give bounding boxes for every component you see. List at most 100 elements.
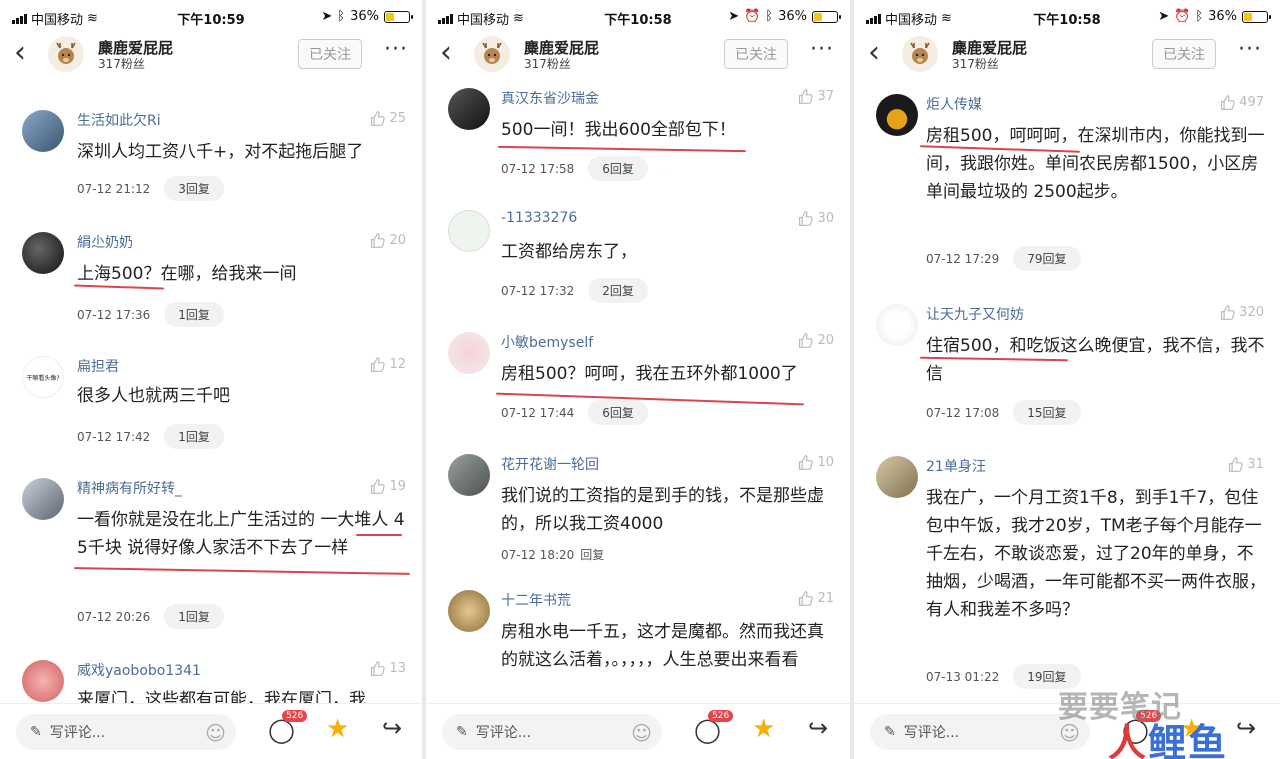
reply-button[interactable]: 1回复 — [164, 302, 224, 327]
comment-username[interactable]: -11333276 — [501, 210, 577, 226]
avatar[interactable] — [448, 88, 490, 130]
comment-username[interactable]: 十二年书荒 — [501, 590, 571, 610]
follow-button[interactable]: 已关注 — [298, 39, 362, 69]
comment-username[interactable]: 21单身汪 — [926, 456, 986, 476]
comment-meta: 07-12 17:44 6回复 — [501, 400, 648, 425]
battery-percent: 36% — [350, 9, 379, 24]
comment-username[interactable]: 让天九子又何妨 — [926, 304, 1024, 324]
like-button[interactable]: 30 — [797, 210, 834, 227]
emoji-icon[interactable]: ☺ — [205, 721, 226, 745]
thumb-up-icon — [371, 233, 386, 248]
battery-percent: 36% — [778, 9, 807, 24]
like-count: 13 — [389, 661, 406, 676]
comment-meta: 07-12 21:12 3回复 — [77, 176, 224, 201]
comment-item: 十二年书荒 21 房租水电一千五，这才是魔都。然而我还真的就这么活着，。，，，，… — [426, 588, 850, 708]
comment-username[interactable]: 炬人传媒 — [926, 94, 982, 114]
like-button[interactable]: 12 — [369, 356, 406, 373]
like-count: 31 — [1247, 457, 1264, 472]
avatar[interactable] — [448, 332, 490, 374]
reply-label[interactable]: 回复 — [580, 546, 604, 563]
reply-button[interactable]: 6回复 — [588, 156, 648, 181]
star-icon[interactable]: ★ — [326, 714, 349, 744]
comment-username[interactable]: 絹尐奶奶 — [77, 232, 133, 252]
comment-count-badge: 526 — [708, 710, 734, 722]
avatar[interactable] — [22, 478, 64, 520]
back-icon[interactable]: ‹ — [868, 38, 880, 68]
share-icon[interactable]: ↪ — [382, 714, 402, 742]
emoji-icon[interactable]: ☺ — [631, 721, 652, 745]
like-button[interactable]: 20 — [369, 232, 406, 249]
comment-time: 07-12 21:12 — [77, 181, 151, 196]
avatar[interactable] — [474, 36, 510, 72]
alarm-icon: ⏰ — [1174, 9, 1191, 24]
comment-count-badge: 526 — [282, 710, 308, 722]
comment-item: 威戏yaobobo1341 13 来厦门，这些都有可能，我在厦门，我 — [0, 658, 422, 710]
avatar[interactable] — [876, 94, 918, 136]
reply-button[interactable]: 3回复 — [164, 176, 224, 201]
comment-username[interactable]: 生活如此欠Ri — [77, 110, 161, 130]
avatar[interactable] — [22, 232, 64, 274]
avatar[interactable] — [22, 660, 64, 702]
comment-text: 我在广，一个月工资1千8，到手1千7，包住包中午饭，我才20岁，TM老子每个月能… — [926, 488, 1266, 620]
comment-username[interactable]: 扁担君 — [77, 356, 119, 376]
thumb-up-icon — [1221, 305, 1235, 320]
comment-username[interactable]: 小敏bemyself — [501, 332, 593, 352]
like-button[interactable]: 20 — [797, 332, 834, 349]
share-icon[interactable]: ↪ — [1236, 714, 1256, 742]
like-button[interactable]: 497 — [1219, 94, 1264, 111]
star-icon[interactable]: ★ — [752, 714, 775, 744]
follow-button[interactable]: 已关注 — [724, 39, 788, 69]
comment-meta: 07-12 20:26 1回复 — [77, 604, 224, 629]
more-icon[interactable]: ··· — [810, 37, 834, 62]
comment-input[interactable]: ✎ 写评论... ☺ — [870, 714, 1090, 750]
reply-button[interactable]: 15回复 — [1013, 400, 1081, 425]
follow-button[interactable]: 已关注 — [1152, 39, 1216, 69]
avatar[interactable] — [448, 590, 490, 632]
like-button[interactable]: 13 — [369, 660, 406, 677]
comment-username[interactable]: 真汉东省沙瑞金 — [501, 88, 599, 108]
back-icon[interactable]: ‹ — [440, 38, 452, 68]
comment-username[interactable]: 精神病有所好转_ — [77, 478, 182, 498]
back-icon[interactable]: ‹ — [14, 38, 26, 68]
like-button[interactable]: 25 — [369, 110, 406, 127]
like-button[interactable]: 320 — [1219, 304, 1264, 321]
like-button[interactable]: 37 — [797, 88, 834, 105]
thumb-up-icon — [371, 479, 386, 494]
like-count: 25 — [389, 111, 406, 126]
avatar[interactable] — [902, 36, 938, 72]
reply-button[interactable]: 1回复 — [164, 424, 224, 449]
comment-text: 住宿500，和吃饭这么晚便宜，我不信，我不信 — [926, 336, 1265, 384]
comment-item: 小敏bemyself 20 房租500？呵呵，我在五环外都1000了 07-12… — [426, 330, 850, 430]
more-icon[interactable]: ··· — [384, 37, 408, 62]
like-button[interactable]: 21 — [797, 590, 834, 607]
like-button[interactable]: 31 — [1227, 456, 1264, 473]
highlight-underline — [356, 534, 402, 536]
comment-input[interactable]: ✎ 写评论... ☺ — [16, 714, 236, 750]
more-icon[interactable]: ··· — [1238, 37, 1262, 62]
comment-time: 07-12 17:29 — [926, 251, 1000, 266]
comment-username[interactable]: 花开花谢一轮回 — [501, 454, 599, 474]
avatar[interactable] — [876, 456, 918, 498]
reply-button[interactable]: 6回复 — [588, 400, 648, 425]
avatar[interactable] — [48, 36, 84, 72]
thumb-up-icon — [799, 333, 814, 348]
thumb-up-icon — [1229, 457, 1244, 472]
avatar[interactable] — [876, 304, 918, 346]
avatar[interactable] — [22, 110, 64, 152]
status-bar: 中国移动 ≋ 下午10:58 ➤ ⏰ ᛒ 36% — [426, 0, 850, 34]
reply-button[interactable]: 1回复 — [164, 604, 224, 629]
comment-text: 很多人也就两三千吧 — [77, 386, 230, 406]
reply-button[interactable]: 2回复 — [588, 278, 648, 303]
avatar[interactable]: 干嘛看头像? — [22, 356, 64, 398]
comment-input[interactable]: ✎ 写评论... ☺ — [442, 714, 662, 750]
share-icon[interactable]: ↪ — [808, 714, 828, 742]
avatar[interactable] — [448, 210, 490, 252]
like-button[interactable]: 19 — [369, 478, 406, 495]
comment-time: 07-12 20:26 — [77, 609, 151, 624]
comment-meta: 07-12 17:58 6回复 — [501, 156, 648, 181]
like-count: 320 — [1239, 305, 1264, 320]
like-button[interactable]: 10 — [797, 454, 834, 471]
comment-username[interactable]: 威戏yaobobo1341 — [77, 660, 201, 680]
avatar[interactable] — [448, 454, 490, 496]
reply-button[interactable]: 79回复 — [1013, 246, 1081, 271]
